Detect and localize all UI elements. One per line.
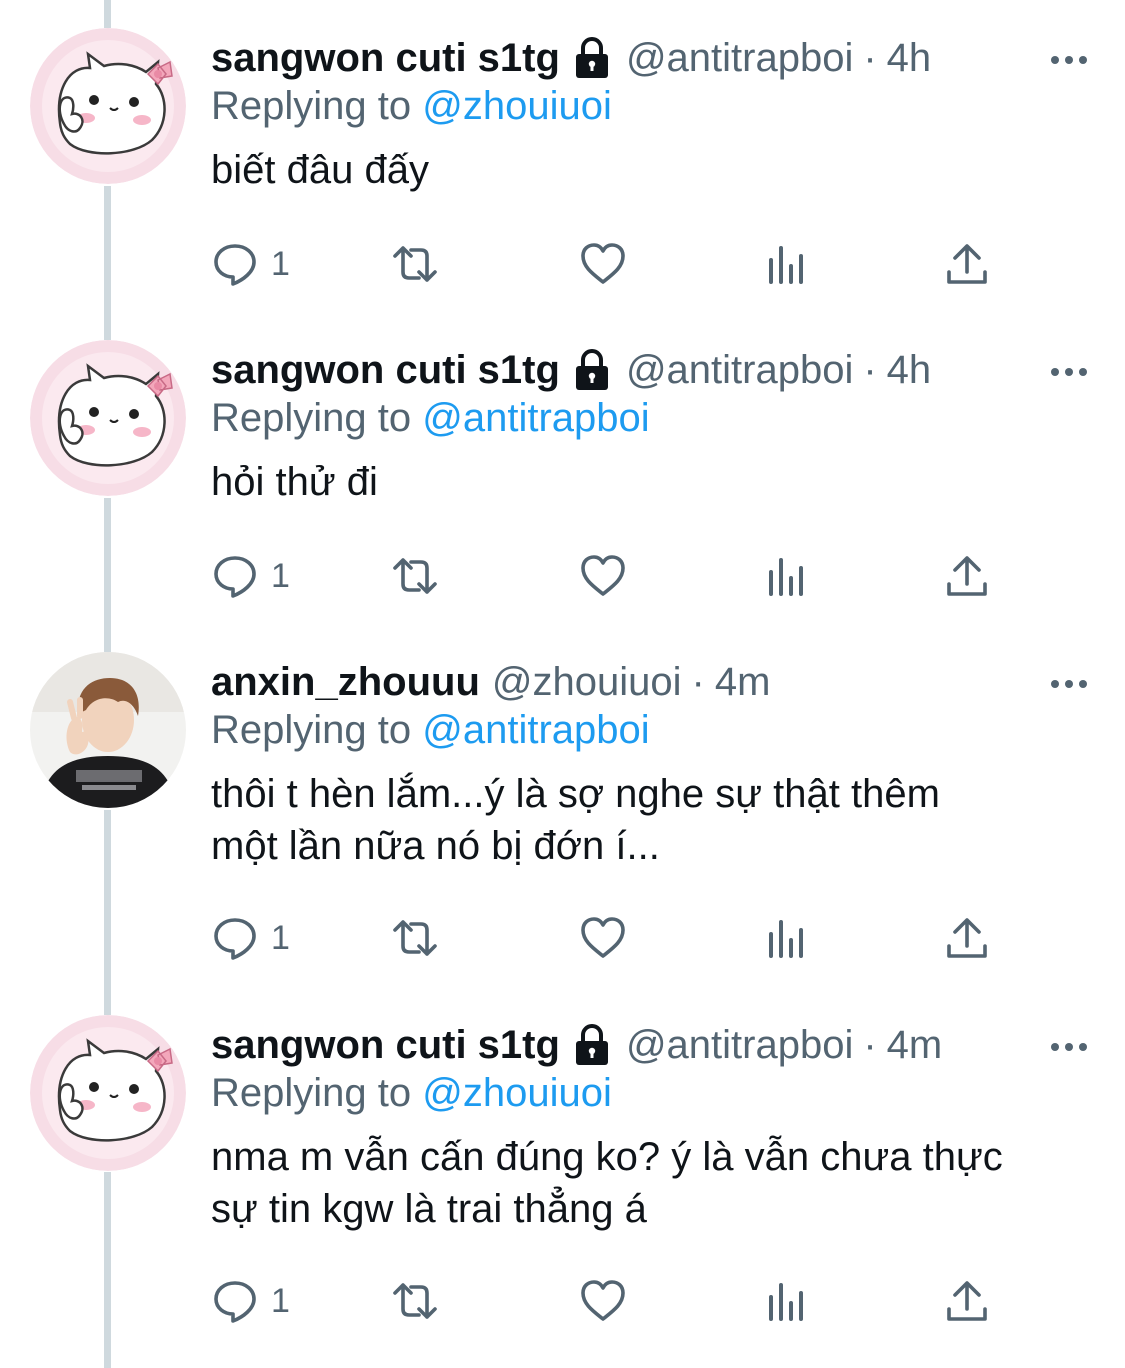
reply-button[interactable]: 1 [211,548,290,604]
heart-icon [581,243,625,284]
separator: · [863,348,877,392]
reply-count: 1 [271,918,290,957]
action-bar: 1 [211,1273,1011,1329]
reply-icon [214,244,256,286]
hello-kitty-avatar [30,340,186,496]
share-icon [947,556,987,596]
analytics-icon [769,558,803,596]
action-bar: 1 [211,236,1011,292]
separator: · [691,660,705,704]
heart-icon [581,917,625,958]
tweet-text: hỏi thử đi [211,460,378,504]
retweet-button[interactable] [391,1273,439,1329]
tweet-text-line: một lần nữa nó bị đớn í... [211,824,660,868]
lock-icon [572,36,612,80]
person-photo-avatar [30,652,186,808]
replying-to: Replying to @zhouiuoi [211,1065,612,1121]
view-count-button[interactable] [763,910,811,966]
replying-to-label: Replying to [211,84,412,128]
avatar[interactable] [30,28,186,184]
thread-line [104,0,111,28]
share-icon [947,918,987,958]
avatar[interactable] [30,652,186,808]
reply-mention-link[interactable]: @zhouiuoi [422,1071,612,1115]
reply-icon [214,918,256,960]
tweet[interactable]: sangwon cuti s1tg @antitrapboi · 4h Repl… [0,28,1125,308]
share-button[interactable] [943,910,991,966]
retweet-icon [393,1283,437,1319]
action-bar: 1 [211,548,1011,604]
analytics-icon [769,920,803,958]
like-button[interactable] [579,548,627,604]
share-icon [947,1281,987,1321]
retweet-icon [393,920,437,956]
retweet-button[interactable] [391,548,439,604]
replying-to-label: Replying to [211,708,412,752]
share-icon [947,244,987,284]
more-options-icon[interactable] [1049,40,1089,80]
tweet-text-line: sự tin kgw là trai thẳng á [211,1187,647,1231]
separator: · [863,36,877,80]
reply-mention-link[interactable]: @antitrapboi [422,396,649,440]
share-button[interactable] [943,1273,991,1329]
reply-icon [214,556,256,598]
timestamp[interactable]: 4h [887,340,932,400]
separator: · [863,1023,877,1067]
replying-to-label: Replying to [211,396,412,440]
reply-button[interactable]: 1 [211,236,290,292]
reply-button[interactable]: 1 [211,1273,290,1329]
tweet-text: nma m vẫn cấn đúng ko? ý là vẫn chưa thự… [211,1131,1085,1235]
reply-count: 1 [271,556,290,595]
tweet-text-line: thôi t hèn lắm...ý là sợ nghe sự thật th… [211,772,940,816]
timestamp[interactable]: 4m [887,1015,943,1075]
tweet[interactable]: sangwon cuti s1tg @antitrapboi · 4m Repl… [0,1015,1125,1355]
reply-mention-link[interactable]: @antitrapboi [422,708,649,752]
tweet-text: thôi t hèn lắm...ý là sợ nghe sự thật th… [211,768,1085,872]
like-button[interactable] [579,236,627,292]
reply-count: 1 [271,1281,290,1320]
reply-count: 1 [271,244,290,283]
retweet-button[interactable] [391,236,439,292]
more-options-icon[interactable] [1049,352,1089,392]
reply-mention-link[interactable]: @zhouiuoi [422,84,612,128]
replying-to: Replying to @antitrapboi [211,702,650,758]
replying-to: Replying to @antitrapboi [211,390,650,446]
heart-icon [581,555,625,596]
reply-icon [214,1281,256,1323]
share-button[interactable] [943,548,991,604]
share-button[interactable] [943,236,991,292]
hello-kitty-avatar [30,28,186,184]
like-button[interactable] [579,910,627,966]
analytics-icon [769,246,803,284]
tweet[interactable]: sangwon cuti s1tg @antitrapboi · 4h Repl… [0,340,1125,620]
view-count-button[interactable] [763,1273,811,1329]
action-bar: 1 [211,910,1011,966]
more-options-icon[interactable] [1049,664,1089,704]
avatar[interactable] [30,1015,186,1171]
hello-kitty-avatar [30,1015,186,1171]
retweet-button[interactable] [391,910,439,966]
tweet-text-line: nma m vẫn cấn đúng ko? ý là vẫn chưa thự… [211,1135,1003,1179]
tweet[interactable]: anxin_zhouuu @zhouiuoi · 4m Replying to … [0,652,1125,992]
timestamp[interactable]: 4h [887,28,932,88]
lock-icon [572,348,612,392]
retweet-icon [393,558,437,594]
analytics-icon [769,1283,803,1321]
like-button[interactable] [579,1273,627,1329]
lock-icon [572,1023,612,1067]
replying-to-label: Replying to [211,1071,412,1115]
tweet-text: biết đâu đấy [211,148,429,192]
retweet-icon [393,246,437,282]
timestamp[interactable]: 4m [715,652,771,712]
user-handle[interactable]: @antitrapboi [626,28,853,88]
reply-button[interactable]: 1 [211,910,290,966]
view-count-button[interactable] [763,236,811,292]
user-handle[interactable]: @antitrapboi [626,340,853,400]
heart-icon [581,1280,625,1321]
replying-to: Replying to @zhouiuoi [211,78,612,134]
view-count-button[interactable] [763,548,811,604]
user-handle[interactable]: @antitrapboi [626,1015,853,1075]
avatar[interactable] [30,340,186,496]
more-options-icon[interactable] [1049,1027,1089,1067]
